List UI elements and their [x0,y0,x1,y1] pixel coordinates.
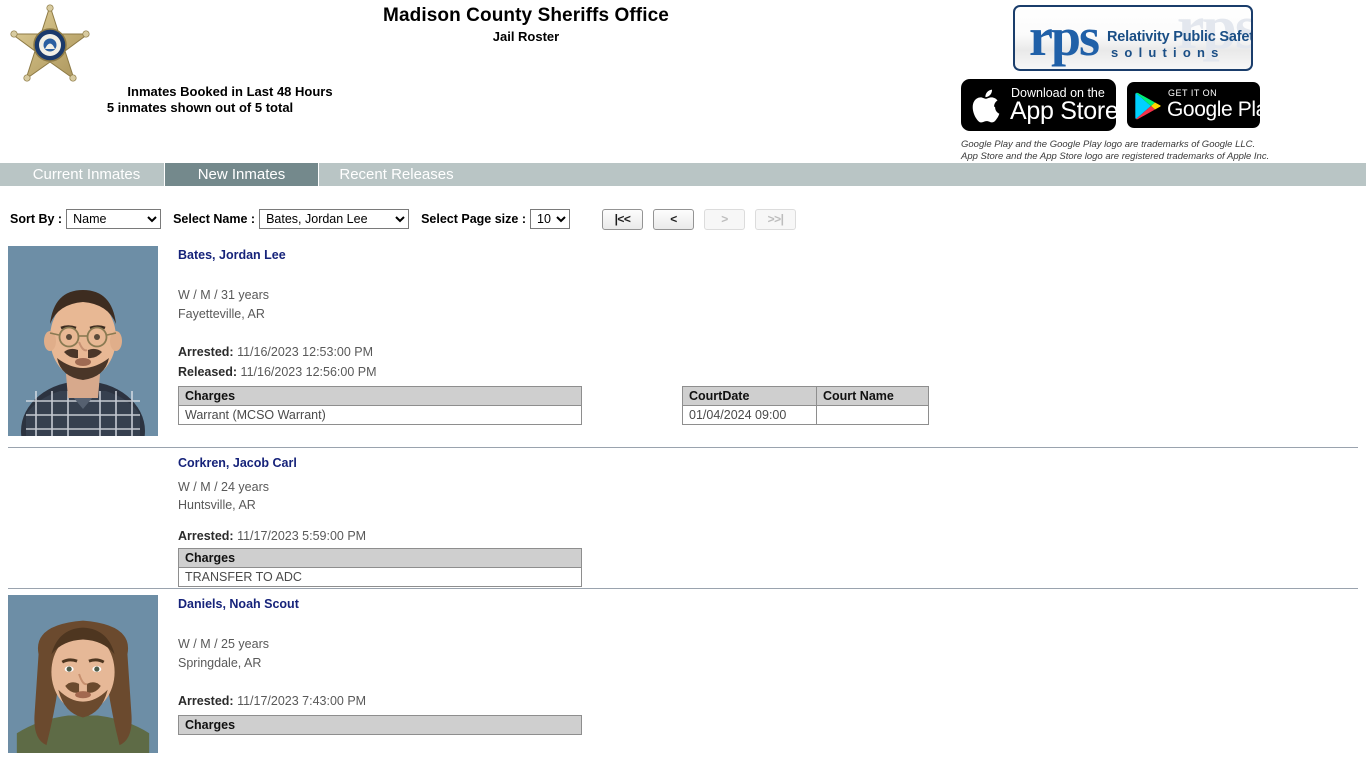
google-play-badge[interactable]: GET IT ON Google Play [1127,82,1260,128]
google-play-big-label: Google Play [1167,98,1260,121]
trademark-notice: Google Play and the Google Play logo are… [961,139,1361,162]
arrested-label: Arrested: [178,694,234,708]
page-subtitle: Jail Roster [492,29,560,44]
arrested-label: Arrested: [178,529,234,543]
inmate-record: Bates, Jordan Lee W / M / 31 years Fayet… [0,240,1366,447]
court-date-cell: 01/04/2024 09:00 [682,405,817,425]
inmate-name-link[interactable]: Daniels, Noah Scout [178,597,299,611]
roster-tabbar: Current Inmates New Inmates Recent Relea… [0,163,1366,186]
trademark-line-2: App Store and the App Store logo are reg… [961,150,1270,162]
inmate-count-label: 5 inmates shown out of 5 total [106,100,294,115]
inmate-info: Bates, Jordan Lee W / M / 31 years Fayet… [178,240,1358,429]
select-name-label: Select Name : [173,212,256,226]
charges-table: Charges Warrant (MCSO Warrant) [178,386,582,425]
select-name-select[interactable]: Bates, Jordan Lee [259,209,410,229]
agency-title: Madison County Sheriffs Office [383,5,669,26]
next-page-button: > [704,208,745,230]
mugshot-cell[interactable] [8,595,158,753]
pagination-controls: |<< < > >>| [602,208,796,230]
record-tables: Charges Warrant (MCSO Warrant) CourtDate… [178,386,1358,425]
tab-recent-releases[interactable]: Recent Releases [319,163,474,186]
apple-logo-icon [972,89,1000,123]
page-size-label: Select Page size : [421,212,526,226]
inmate-demographics: W / M / 31 years [178,288,269,302]
rps-logo: rps rps Relativity Public Safety solutio… [1013,5,1253,71]
sheriff-star-badge-icon [4,2,96,86]
charges-header: Charges [178,548,582,568]
page-size-select[interactable]: 10 [530,209,570,229]
app-store-badge[interactable]: Download on the App Store [961,79,1116,131]
inmate-name-link[interactable]: Corkren, Jacob Carl [178,456,297,470]
court-name-cell [816,405,929,425]
rps-wordmark: rps [1029,7,1100,67]
court-date-header: CourtDate [682,386,817,406]
record-tables: Charges TRANSFER TO ADC [178,548,1358,587]
released-label: Released: [178,365,238,379]
inmate-roster-list: Bates, Jordan Lee W / M / 31 years Fayet… [0,240,1366,768]
roster-controls: Sort By : Name Select Name : Bates, Jord… [0,207,1366,231]
inmate-city-state: Fayetteville, AR [178,307,265,321]
google-play-triangle-icon [1135,92,1161,120]
arrested-label: Arrested: [178,345,234,359]
inmate-info: Daniels, Noah Scout W / M / 25 years Spr… [178,589,1358,739]
inmate-city-state: Springdale, AR [178,656,262,670]
prev-page-button[interactable]: < [653,208,694,230]
record-tables: Charges [178,715,1358,735]
title-block: Madison County Sheriffs Office Jail Rost… [300,5,752,46]
inmate-demographics: W / M / 25 years [178,637,269,651]
court-table: CourtDate Court Name 01/04/2024 09:00 [682,386,929,425]
mugshot-photo[interactable] [8,246,158,436]
inmate-city-state: Huntsville, AR [178,498,256,512]
arrested-value: 11/16/2023 12:53:00 PM [237,345,374,359]
page-header: Madison County Sheriffs Office Jail Rost… [0,0,1366,162]
last-page-button: >>| [755,208,796,230]
charges-header: Charges [178,386,582,406]
inmate-record: Daniels, Noah Scout W / M / 25 years Spr… [0,589,1366,764]
arrested-value: 11/17/2023 7:43:00 PM [237,694,367,708]
charge-cell: TRANSFER TO ADC [178,567,582,587]
mugshot-photo[interactable] [8,595,158,753]
trademark-line-1: Google Play and the Google Play logo are… [961,139,1256,150]
rps-tagline-secondary: solutions [1111,45,1225,60]
mugshot-cell[interactable] [8,246,158,436]
sort-by-select[interactable]: Name [66,209,162,229]
tab-current-inmates[interactable]: Current Inmates [9,163,164,186]
arrested-value: 11/17/2023 5:59:00 PM [237,529,367,543]
inmate-info: Corkren, Jacob Carl W / M / 24 years Hun… [178,448,1358,591]
charge-cell: Warrant (MCSO Warrant) [178,405,582,425]
charges-table: Charges TRANSFER TO ADC [178,548,582,587]
released-value: 11/16/2023 12:56:00 PM [240,365,377,379]
sort-by-label: Sort By : [10,212,63,226]
booked-period-label: Inmates Booked in Last 48 Hours [127,84,333,99]
first-page-button[interactable]: |<< [602,208,643,230]
charges-table: Charges [178,715,582,735]
tab-new-inmates[interactable]: New Inmates [164,163,319,186]
court-name-header: Court Name [816,386,929,406]
charges-header: Charges [178,715,582,735]
rps-tagline-primary: Relativity Public Safety [1107,29,1253,45]
app-store-big-label: App Store [1010,97,1116,125]
inmate-name-link[interactable]: Bates, Jordan Lee [178,248,286,262]
inmate-record: Corkren, Jacob Carl W / M / 24 years Hun… [0,448,1366,588]
inmate-demographics: W / M / 24 years [178,480,269,494]
